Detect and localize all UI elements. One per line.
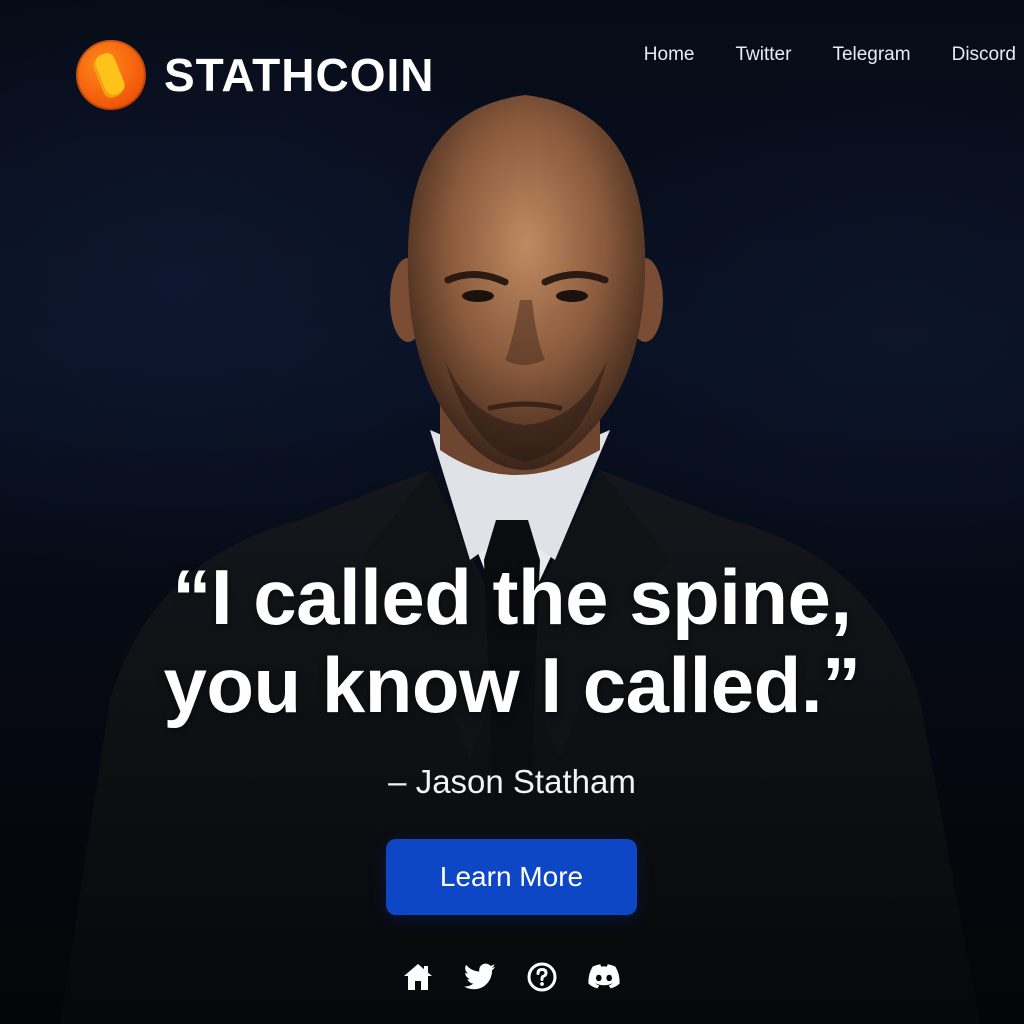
top-nav: Home Twitter Telegram Discord [603, 44, 1016, 66]
landing-page: STATHCOIN Home Twitter Telegram Discord … [0, 0, 1024, 1024]
brand-logo[interactable]: STATHCOIN [76, 40, 435, 110]
coin-logo-icon [76, 40, 146, 110]
nav-item-home[interactable]: Home [644, 44, 695, 66]
quote-line-1: “I called the spine, [172, 553, 852, 641]
quote-author: – Jason Statham [388, 763, 636, 800]
social-links [401, 960, 621, 994]
nav-item-telegram[interactable]: Telegram [832, 44, 910, 66]
nav-item-twitter[interactable]: Twitter [735, 44, 791, 66]
home-icon[interactable] [401, 960, 435, 994]
twitter-icon[interactable] [463, 960, 497, 994]
help-circle-icon[interactable] [525, 960, 559, 994]
hero-quote: “I called the spine, you know I called.” [0, 553, 1024, 729]
learn-more-button[interactable]: Learn More [386, 839, 637, 915]
quote-line-2: you know I called.” [163, 641, 862, 729]
nav-item-discord[interactable]: Discord [952, 44, 1016, 66]
brand-name: STATHCOIN [164, 49, 435, 101]
discord-icon[interactable] [587, 960, 621, 994]
